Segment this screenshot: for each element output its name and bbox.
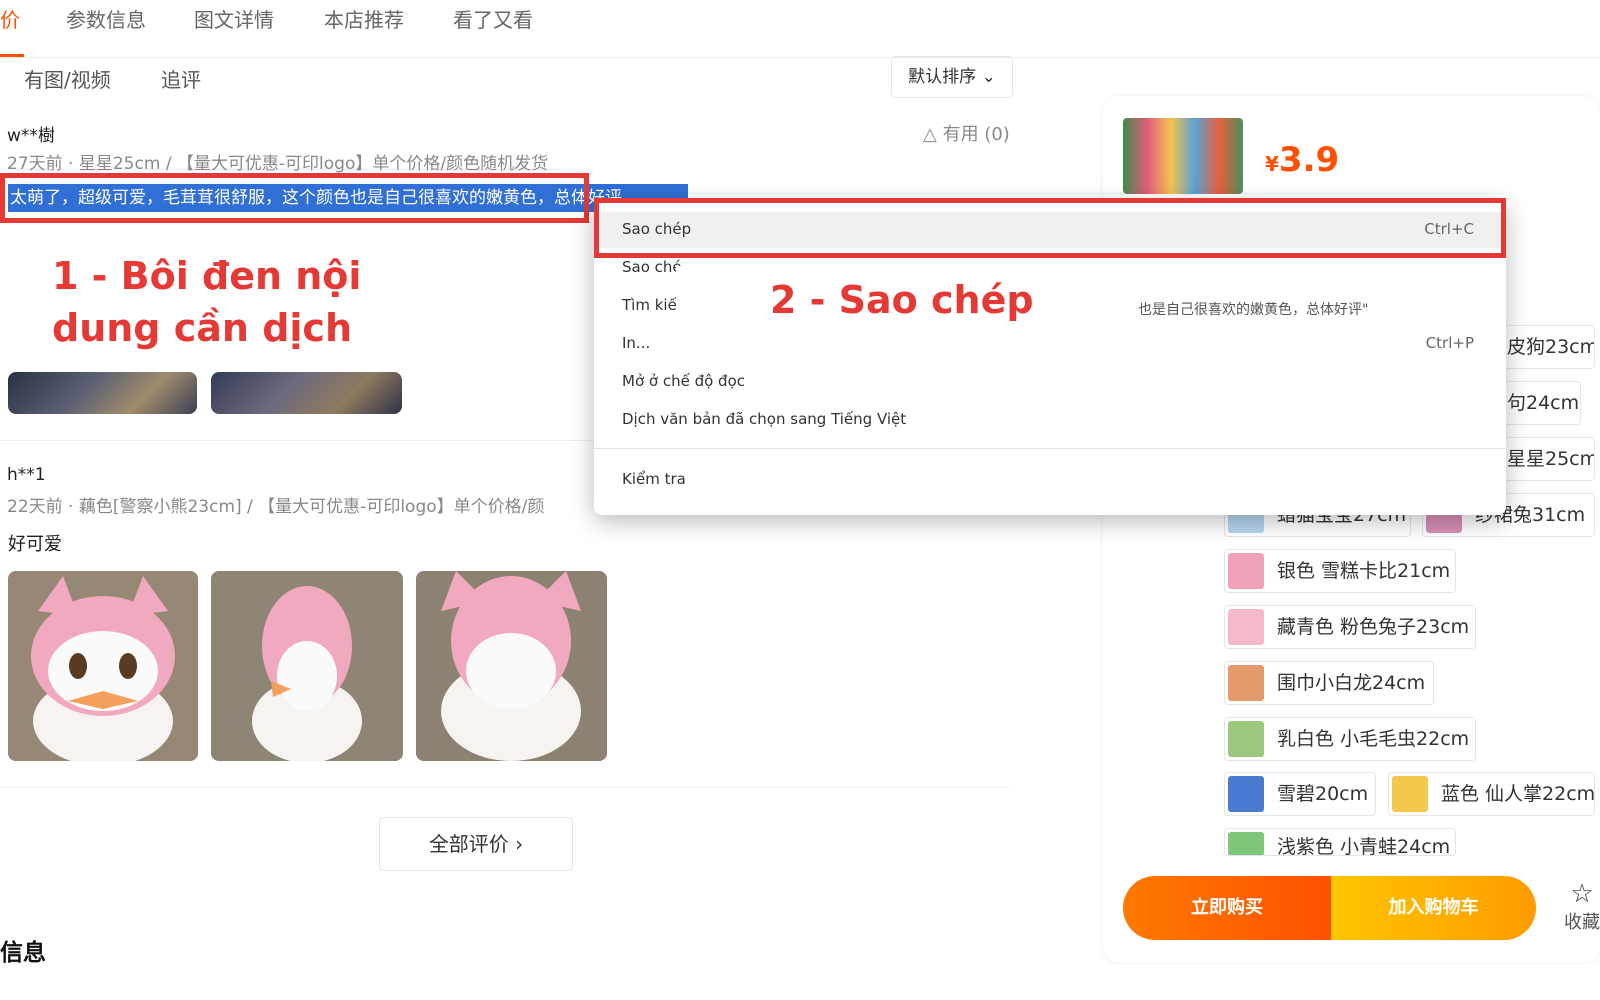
active-tab-indicator: [0, 54, 24, 57]
highlight-box-copy: [594, 198, 1506, 258]
all-reviews-button[interactable]: 全部评价 ›: [379, 817, 573, 871]
thumb-up-icon: △: [923, 124, 937, 145]
highlight-box-selection: [0, 173, 589, 223]
search-selection-text: 也是自己很喜欢的嫩黄色，总体好评": [1138, 302, 1369, 318]
sku-option[interactable]: 围巾小白龙24cm: [1224, 661, 1434, 705]
section-title: 信息: [0, 940, 46, 966]
menu-item-shortcut: Ctrl+P: [1425, 334, 1474, 352]
plush-photo: [416, 571, 607, 761]
sku-swatch: [1392, 776, 1428, 812]
buy-now-button[interactable]: 立即购买: [1123, 876, 1331, 940]
sku-option[interactable]: 蓝色 仙人掌22cm: [1388, 772, 1595, 816]
sku-swatch: [1228, 665, 1264, 701]
add-to-cart-button[interactable]: 加入购物车: [1331, 876, 1536, 940]
menu-item-label: Sao ché: [622, 258, 682, 276]
menu-item-label: Kiểm tra: [622, 470, 686, 488]
sku-label: 浅紫色 小青蛙24cm: [1277, 836, 1451, 856]
review-divider: [0, 787, 1010, 788]
tab-params[interactable]: 参数信息: [66, 4, 146, 33]
tab-reviews[interactable]: 价: [0, 4, 20, 33]
currency-symbol: ¥: [1265, 152, 1279, 176]
sku-label: 句24cm: [1507, 392, 1580, 414]
menu-item-reader-mode[interactable]: Mở ở chế độ đọc: [594, 364, 1506, 400]
sku-label: 乳白色 小毛毛虫22cm: [1277, 728, 1470, 750]
sort-dropdown[interactable]: 默认排序 ⌄: [891, 56, 1013, 98]
tab-shop-recommend[interactable]: 本店推荐: [324, 4, 404, 33]
annotation-step2: 2 - Sao chép: [770, 278, 1034, 322]
review-photo[interactable]: [211, 571, 403, 761]
product-tabs: 价 参数信息 图文详情 本店推荐 看了又看: [0, 0, 1600, 58]
menu-separator: [594, 448, 1506, 449]
annotation-step1-line2: dung cần dịch: [52, 306, 352, 350]
price-value: 3.9: [1278, 140, 1340, 180]
sku-option[interactable]: 银色 雪糕卡比21cm: [1224, 549, 1456, 593]
filter-follow-up[interactable]: 追评: [161, 64, 201, 93]
annotation-step1: 1 - Bôi đen nội dung cần dịch: [52, 250, 361, 354]
product-thumbnail[interactable]: [1123, 118, 1243, 194]
menu-item-label: In...: [622, 334, 651, 352]
sku-label: 藏青色 粉色兔子23cm: [1277, 616, 1470, 638]
favorite-label: 收藏: [1564, 912, 1600, 933]
review-text: 好可爱: [8, 534, 62, 555]
review-meta: 22天前 · 藕色[警察小熊23cm] / 【量大可优惠-可印logo】单个价格…: [7, 497, 545, 517]
favorite-button[interactable]: ☆ 收藏: [1564, 880, 1600, 934]
useful-label: 有用 (0): [942, 124, 1010, 145]
menu-item-label: Dịch văn bản đã chọn sang Tiếng Việt: [622, 410, 907, 428]
product-price: ¥3.9: [1265, 140, 1339, 180]
menu-item-inspect[interactable]: Kiểm tra: [594, 462, 1506, 498]
tab-detail[interactable]: 图文详情: [194, 4, 274, 33]
sku-option[interactable]: 乳白色 小毛毛虫22cm: [1224, 717, 1476, 761]
useful-button[interactable]: △ 有用 (0): [923, 120, 1010, 146]
review-photo[interactable]: [8, 571, 198, 761]
sku-option[interactable]: 藏青色 粉色兔子23cm: [1224, 605, 1476, 649]
plush-photo: [211, 571, 403, 761]
sku-swatch: [1228, 776, 1264, 812]
sku-label: 银色 雪糕卡比21cm: [1277, 560, 1451, 582]
menu-item-label: Mở ở chế độ đọc: [622, 372, 745, 390]
sku-swatch: [1228, 721, 1264, 757]
menu-item-translate[interactable]: Dịch văn bản đã chọn sang Tiếng Việt: [594, 402, 1506, 438]
star-icon: ☆: [1570, 879, 1594, 909]
filter-with-media[interactable]: 有图/视频: [24, 64, 111, 93]
annotation-step1-line1: 1 - Bôi đen nội: [52, 254, 362, 298]
chevron-down-icon: ⌄: [981, 67, 996, 87]
plush-photo: [8, 571, 198, 761]
review-user: w**樹: [7, 126, 55, 146]
review-photo[interactable]: [8, 372, 197, 414]
sku-swatch: [1228, 609, 1264, 645]
menu-item-label: Tìm kiế: [622, 296, 677, 314]
review-meta: 27天前 · 星星25cm / 【量大可优惠-可印logo】单个价格/颜色随机发…: [7, 154, 549, 174]
tab-also-viewed[interactable]: 看了又看: [453, 4, 533, 33]
review-user: h**1: [7, 465, 46, 485]
sku-label: 星星25cm: [1507, 448, 1595, 470]
sku-label: 雪碧20cm: [1277, 783, 1369, 805]
sku-label: 蓝色 仙人掌22cm: [1441, 783, 1595, 805]
review-photo[interactable]: [416, 571, 607, 761]
sku-label: 皮狗23cm: [1507, 336, 1595, 358]
sku-swatch: [1228, 832, 1264, 855]
review-photo[interactable]: [211, 372, 402, 414]
sku-label: 围巾小白龙24cm: [1277, 672, 1426, 694]
sku-option[interactable]: 雪碧20cm: [1224, 772, 1376, 816]
sku-option[interactable]: 浅紫色 小青蛙24cm: [1224, 828, 1456, 856]
sort-label: 默认排序: [908, 67, 977, 87]
sku-swatch: [1228, 553, 1264, 589]
